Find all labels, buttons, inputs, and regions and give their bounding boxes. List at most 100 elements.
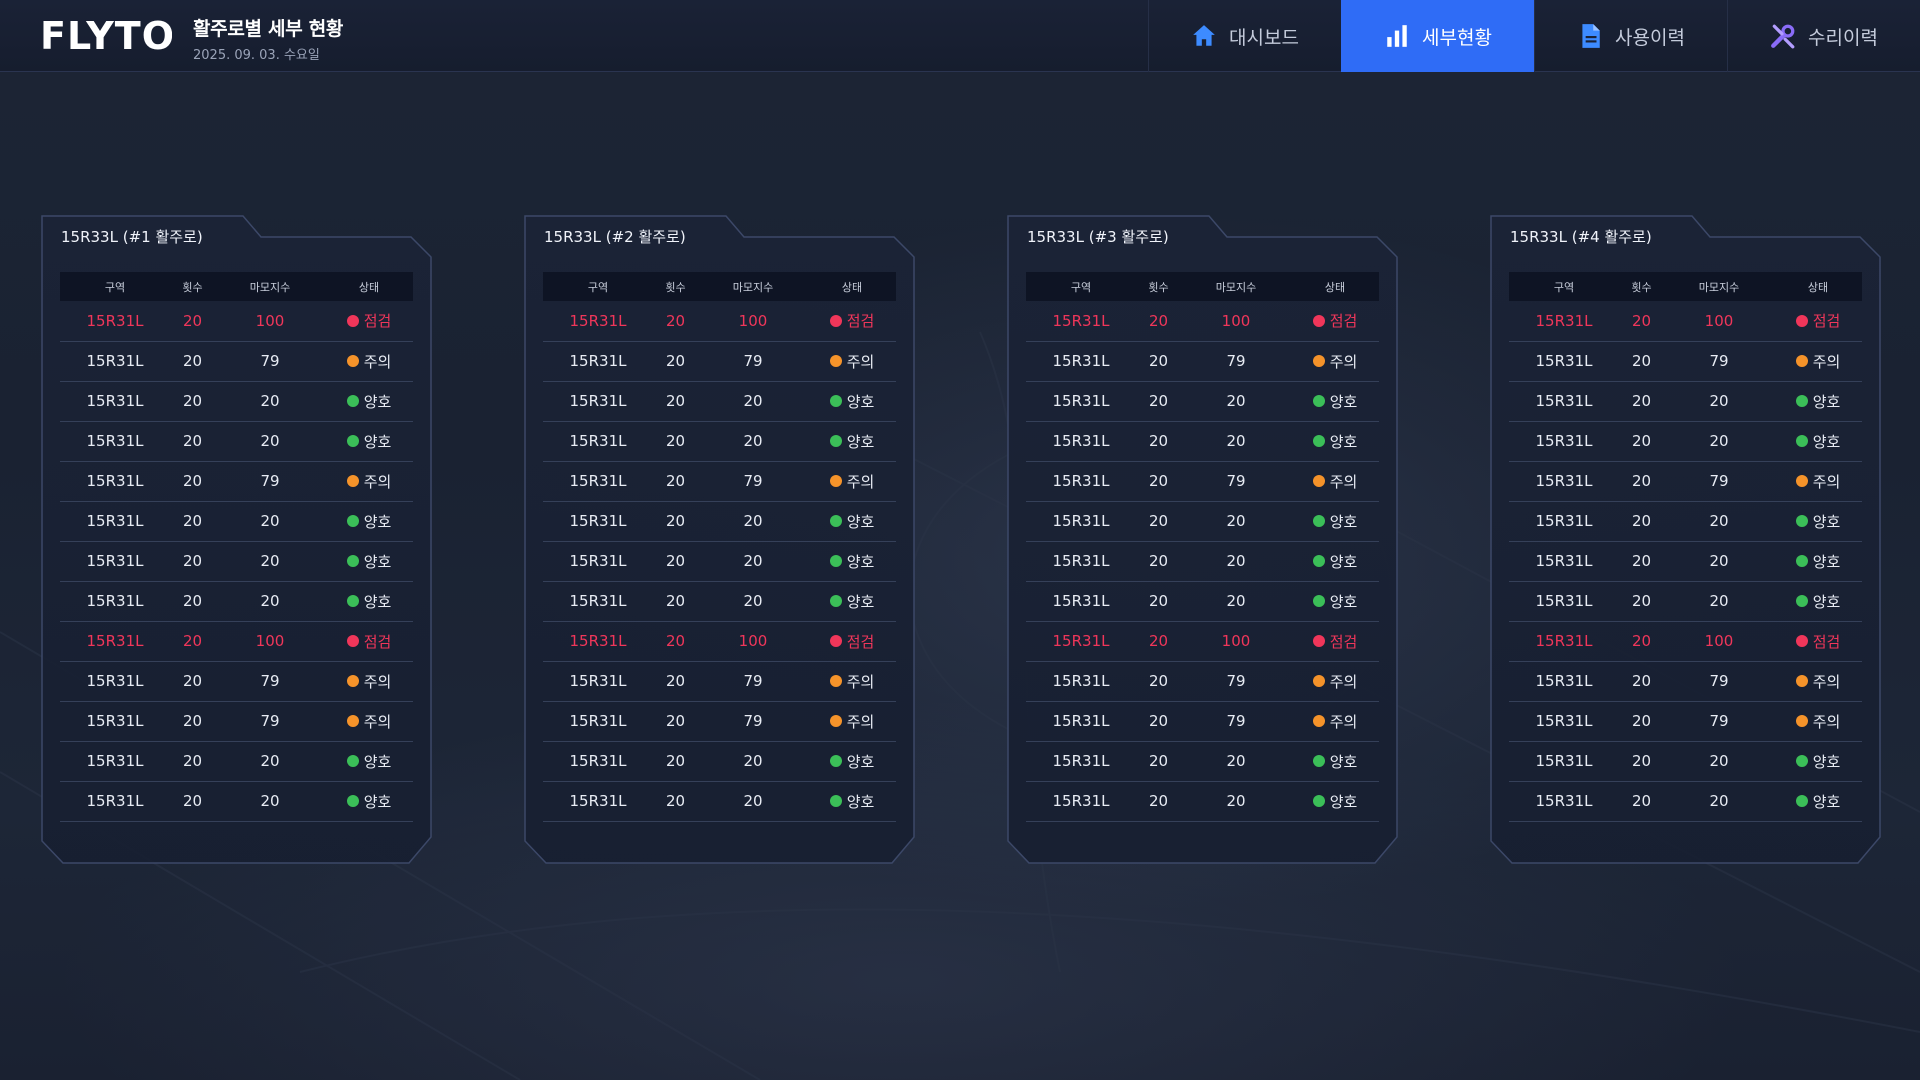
table-row[interactable]: 15R31L 20 79 주의 xyxy=(543,701,896,742)
table-row[interactable]: 15R31L 20 79 주의 xyxy=(1026,461,1379,502)
status-label: 양호 xyxy=(1812,592,1841,611)
cell-status: 양호 xyxy=(808,581,896,622)
table-row[interactable]: 15R31L 20 20 양호 xyxy=(60,581,413,622)
table-row[interactable]: 15R31L 20 79 주의 xyxy=(1026,341,1379,382)
table-row[interactable]: 15R31L 20 79 주의 xyxy=(60,461,413,502)
cell-wear-index: 20 xyxy=(698,381,808,422)
table-row[interactable]: 15R31L 20 20 양호 xyxy=(1026,581,1379,622)
table-row[interactable]: 15R31L 20 100 점검 xyxy=(60,301,413,342)
cell-zone: 15R31L xyxy=(543,621,653,662)
table-row[interactable]: 15R31L 20 100 점검 xyxy=(1509,301,1862,342)
table-row[interactable]: 15R31L 20 20 양호 xyxy=(1026,541,1379,582)
status-label: 양호 xyxy=(846,432,875,451)
table-row[interactable]: 15R31L 20 20 양호 xyxy=(543,741,896,782)
cell-wear-index: 79 xyxy=(698,341,808,382)
table-row[interactable]: 15R31L 20 100 점검 xyxy=(60,621,413,662)
cell-wear-index: 20 xyxy=(1181,581,1291,622)
table-row[interactable]: 15R31L 20 79 주의 xyxy=(1026,701,1379,742)
status-label: 양호 xyxy=(1812,752,1841,771)
table-row[interactable]: 15R31L 20 79 주의 xyxy=(1509,661,1862,702)
cell-status: 양호 xyxy=(325,781,413,822)
table-row[interactable]: 15R31L 20 79 주의 xyxy=(543,461,896,502)
table-row[interactable]: 15R31L 20 20 양호 xyxy=(1509,741,1862,782)
table-row[interactable]: 15R31L 20 79 주의 xyxy=(1509,461,1862,502)
table-row[interactable]: 15R31L 20 20 양호 xyxy=(60,741,413,782)
table-row[interactable]: 15R31L 20 20 양호 xyxy=(60,501,413,542)
cell-zone: 15R31L xyxy=(543,381,653,422)
nav-item-repair-history[interactable]: 수리이력 xyxy=(1727,0,1920,72)
status-label: 주의 xyxy=(846,472,875,491)
cell-count: 20 xyxy=(653,781,698,822)
table-row[interactable]: 15R31L 20 79 주의 xyxy=(1509,341,1862,382)
status-badge: 점검 xyxy=(346,631,391,652)
table-row[interactable]: 15R31L 20 20 양호 xyxy=(60,381,413,422)
table-row[interactable]: 15R31L 20 20 양호 xyxy=(60,541,413,582)
cell-zone: 15R31L xyxy=(1026,781,1136,822)
table-row[interactable]: 15R31L 20 20 양호 xyxy=(543,421,896,462)
cell-count: 20 xyxy=(653,421,698,462)
status-label: 양호 xyxy=(363,792,392,811)
table-row[interactable]: 15R31L 20 79 주의 xyxy=(60,701,413,742)
flyto-logo[interactable]: FLYTO xyxy=(40,16,172,56)
nav-item-detail-status[interactable]: 세부현황 xyxy=(1341,0,1534,72)
nav-item-usage-history[interactable]: 사용이력 xyxy=(1534,0,1727,72)
table-row[interactable]: 15R31L 20 79 주의 xyxy=(1026,661,1379,702)
status-badge: 양호 xyxy=(1795,511,1840,532)
nav-label-dashboard: 대시보드 xyxy=(1229,26,1299,49)
cell-status: 주의 xyxy=(1774,341,1862,382)
table-row[interactable]: 15R31L 20 79 주의 xyxy=(60,661,413,702)
table-row[interactable]: 15R31L 20 100 점검 xyxy=(543,301,896,342)
status-badge: 양호 xyxy=(829,751,874,772)
table-row[interactable]: 15R31L 20 79 주의 xyxy=(543,661,896,702)
cell-wear-index: 20 xyxy=(1181,501,1291,542)
table-row[interactable]: 15R31L 20 20 양호 xyxy=(1509,381,1862,422)
table-row[interactable]: 15R31L 20 79 주의 xyxy=(1509,701,1862,742)
status-label: 점검 xyxy=(363,312,392,331)
table-row[interactable]: 15R31L 20 100 점검 xyxy=(1026,301,1379,342)
table-row[interactable]: 15R31L 20 20 양호 xyxy=(60,781,413,822)
status-label: 점검 xyxy=(1329,312,1358,331)
table-row[interactable]: 15R31L 20 20 양호 xyxy=(1509,501,1862,542)
cell-count: 20 xyxy=(170,781,215,822)
cell-zone: 15R31L xyxy=(1026,421,1136,462)
table-row[interactable]: 15R31L 20 100 점검 xyxy=(1026,621,1379,662)
table-row[interactable]: 15R31L 20 20 양호 xyxy=(1026,501,1379,542)
cell-status: 양호 xyxy=(1774,741,1862,782)
table-row[interactable]: 15R31L 20 20 양호 xyxy=(543,501,896,542)
cell-wear-index: 20 xyxy=(215,741,325,782)
table-row[interactable]: 15R31L 20 100 점검 xyxy=(543,621,896,662)
table-row[interactable]: 15R31L 20 20 양호 xyxy=(543,581,896,622)
table-row[interactable]: 15R31L 20 20 양호 xyxy=(543,781,896,822)
status-badge: 점검 xyxy=(346,310,392,331)
cell-count: 20 xyxy=(1136,781,1181,822)
table-row[interactable]: 15R31L 20 20 양호 xyxy=(1509,581,1862,622)
table-row[interactable]: 15R31L 20 20 양호 xyxy=(1026,781,1379,822)
cell-status: 주의 xyxy=(325,701,413,742)
table-row[interactable]: 15R31L 20 20 양호 xyxy=(1026,421,1379,462)
nav-item-dashboard[interactable]: 대시보드 xyxy=(1148,0,1341,72)
cell-zone: 15R31L xyxy=(60,421,170,462)
cell-wear-index: 20 xyxy=(1664,421,1774,462)
table-row[interactable]: 15R31L 20 20 양호 xyxy=(1026,741,1379,782)
status-label: 주의 xyxy=(1812,472,1841,491)
status-badge: 주의 xyxy=(346,471,391,492)
table-row[interactable]: 15R31L 20 20 양호 xyxy=(60,421,413,462)
table-row[interactable]: 15R31L 20 20 양호 xyxy=(543,541,896,582)
table-row[interactable]: 15R31L 20 20 양호 xyxy=(1509,781,1862,822)
table-row[interactable]: 15R31L 20 20 양호 xyxy=(1026,381,1379,422)
cell-status: 주의 xyxy=(808,341,896,382)
cell-wear-index: 79 xyxy=(1664,341,1774,382)
status-label: 양호 xyxy=(1329,592,1358,611)
status-label: 주의 xyxy=(1329,352,1358,371)
table-row[interactable]: 15R31L 20 20 양호 xyxy=(543,381,896,422)
table-row[interactable]: 15R31L 20 20 양호 xyxy=(1509,541,1862,582)
status-badge: 양호 xyxy=(1312,751,1357,772)
table-row[interactable]: 15R31L 20 100 점검 xyxy=(1509,621,1862,662)
cell-count: 20 xyxy=(170,421,215,462)
table-row[interactable]: 15R31L 20 20 양호 xyxy=(1509,421,1862,462)
table-row[interactable]: 15R31L 20 79 주의 xyxy=(543,341,896,382)
status-dot-icon xyxy=(1312,435,1325,447)
status-badge: 양호 xyxy=(1795,751,1841,772)
cell-zone: 15R31L xyxy=(543,421,653,462)
table-row[interactable]: 15R31L 20 79 주의 xyxy=(60,341,413,382)
